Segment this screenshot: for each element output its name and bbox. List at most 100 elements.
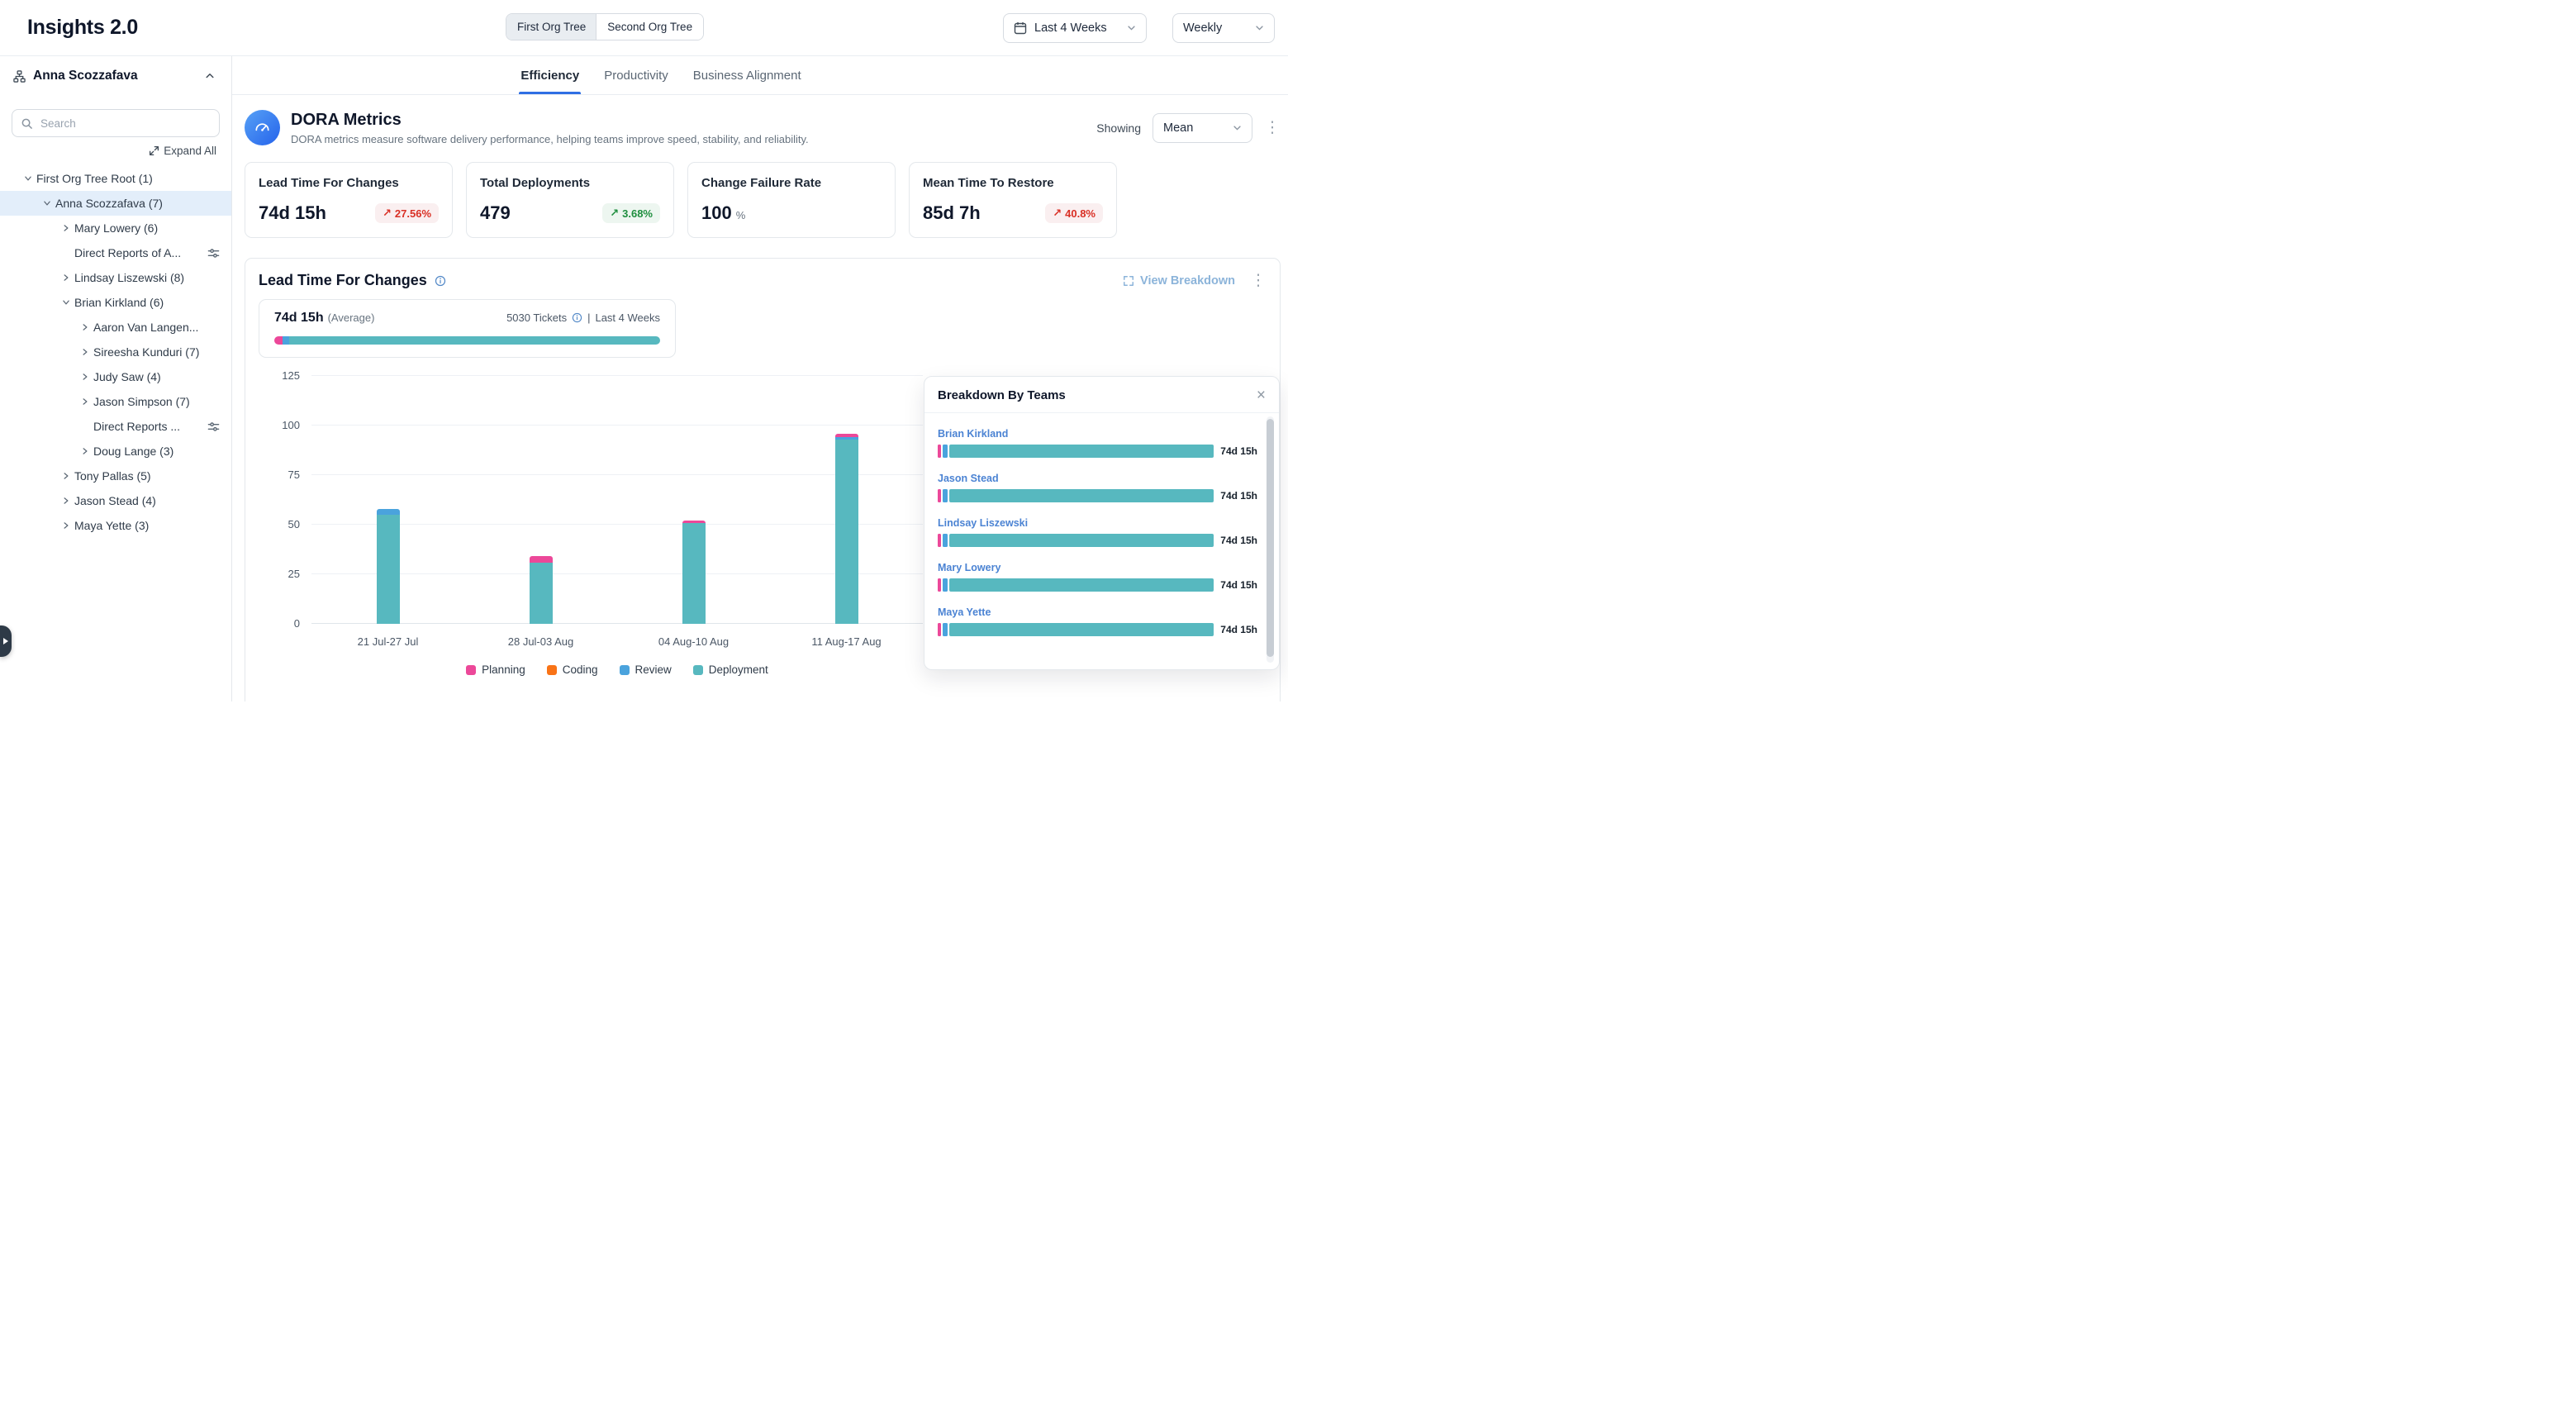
view-breakdown-button[interactable]: View Breakdown: [1123, 274, 1235, 288]
sidebar-item-direct-reports-of-a[interactable]: Direct Reports of A...: [0, 240, 231, 265]
legend-label: Planning: [482, 663, 525, 676]
sidebar-item-label: First Org Tree Root (1): [36, 172, 153, 185]
legend-label: Deployment: [709, 663, 768, 676]
metric-value-row: 479↗3.68%: [480, 202, 660, 224]
filter-settings-icon[interactable]: [207, 421, 220, 433]
tab-efficiency[interactable]: Efficiency: [519, 56, 581, 94]
sidebar-item-label: Lindsay Liszewski (8): [74, 271, 184, 284]
expand-all-button[interactable]: Expand All: [0, 137, 231, 161]
legend-item-review[interactable]: Review: [620, 663, 672, 676]
breakdown-row-maya-yette: Maya Yette74d 15h: [938, 606, 1257, 636]
org-toggle-first-org-tree[interactable]: First Org Tree: [506, 14, 596, 40]
sidebar-item-aaron-van-langen[interactable]: Aaron Van Langen...: [0, 315, 231, 340]
bar-21-jul-27-jul[interactable]: [377, 509, 400, 624]
filter-settings-icon[interactable]: [207, 247, 220, 259]
team-name-link[interactable]: Maya Yette: [938, 606, 1257, 618]
chevron-right-icon[interactable]: [58, 521, 74, 530]
legend-swatch-icon: [620, 665, 630, 675]
sidebar-item-sireesha-kunduri-7[interactable]: Sireesha Kunduri (7): [0, 340, 231, 364]
showing-select[interactable]: Mean: [1153, 113, 1252, 143]
chart-legend: Planning Coding Review Deployment: [311, 663, 923, 676]
search-input[interactable]: [12, 109, 220, 137]
info-icon[interactable]: [572, 312, 582, 323]
team-name-link[interactable]: Mary Lowery: [938, 562, 1257, 573]
dora-kebab-menu-icon[interactable]: ⋮: [1264, 120, 1281, 136]
y-axis-label: 75: [259, 468, 300, 481]
chevron-right-icon[interactable]: [77, 397, 93, 406]
chevron-right-icon[interactable]: [77, 323, 93, 331]
lead-time-kebab-menu-icon[interactable]: ⋮: [1250, 273, 1267, 288]
metric-delta-badge: ↗3.68%: [602, 203, 660, 223]
chevron-right-icon[interactable]: [77, 348, 93, 356]
bar-28-jul-03-aug[interactable]: [530, 556, 553, 624]
team-phase-bar: 74d 15h: [938, 489, 1257, 502]
sidebar-expand-handle[interactable]: [0, 625, 12, 657]
view-breakdown-label: View Breakdown: [1140, 274, 1235, 288]
sidebar-search: [12, 109, 220, 137]
expand-all-label: Expand All: [164, 145, 216, 157]
summary-bar-segment-planning: [274, 336, 283, 345]
sidebar-item-doug-lange-3[interactable]: Doug Lange (3): [0, 439, 231, 464]
team-name-link[interactable]: Jason Stead: [938, 473, 1257, 484]
sidebar-root-user: Anna Scozzafava: [33, 69, 138, 83]
chevron-down-icon: [1255, 23, 1264, 32]
trend-arrow-icon: ↗: [1053, 207, 1062, 220]
sidebar-header: Anna Scozzafava: [0, 56, 231, 96]
breakdown-row-mary-lowery: Mary Lowery74d 15h: [938, 562, 1257, 592]
tab-productivity[interactable]: Productivity: [602, 56, 670, 94]
granularity-select[interactable]: Weekly: [1172, 13, 1275, 43]
chevron-right-icon[interactable]: [58, 497, 74, 505]
chevron-right-icon[interactable]: [77, 373, 93, 381]
sidebar-item-tony-pallas-5[interactable]: Tony Pallas (5): [0, 464, 231, 488]
info-icon[interactable]: [435, 275, 446, 287]
scrollbar-thumb[interactable]: [1267, 419, 1274, 657]
team-bar-segment-planning: [938, 489, 941, 502]
team-name-link[interactable]: Lindsay Liszewski: [938, 517, 1257, 529]
metric-value: 85d 7h: [923, 202, 981, 224]
chevron-down-icon[interactable]: [39, 199, 55, 207]
sidebar-item-anna-scozzafava-7[interactable]: Anna Scozzafava (7): [0, 191, 231, 216]
legend-item-coding[interactable]: Coding: [547, 663, 598, 676]
sidebar-item-lindsay-liszewski-8[interactable]: Lindsay Liszewski (8): [0, 265, 231, 290]
sidebar-item-jason-simpson-7[interactable]: Jason Simpson (7): [0, 389, 231, 414]
bar-11-aug-17-aug[interactable]: [835, 434, 858, 624]
sidebar-item-maya-yette-3[interactable]: Maya Yette (3): [0, 513, 231, 538]
chevron-down-icon[interactable]: [20, 174, 36, 183]
bar-segment-deployment: [377, 515, 400, 624]
topbar-controls: Last 4 Weeks Weekly: [1003, 13, 1275, 43]
sidebar-item-brian-kirkland-6[interactable]: Brian Kirkland (6): [0, 290, 231, 315]
org-toggle-second-org-tree[interactable]: Second Org Tree: [596, 14, 703, 40]
legend-item-deployment[interactable]: Deployment: [693, 663, 768, 676]
chevron-right-icon[interactable]: [58, 273, 74, 282]
metric-card-lead-time-for-changes[interactable]: Lead Time For Changes74d 15h↗27.56%: [245, 162, 453, 238]
sidebar-collapse-chevron-up-icon[interactable]: [202, 68, 218, 84]
date-range-select[interactable]: Last 4 Weeks: [1003, 13, 1147, 43]
sidebar-item-judy-saw-4[interactable]: Judy Saw (4): [0, 364, 231, 389]
legend-swatch-icon: [466, 665, 476, 675]
sidebar-item-mary-lowery-6[interactable]: Mary Lowery (6): [0, 216, 231, 240]
metric-card-change-failure-rate[interactable]: Change Failure Rate100%: [687, 162, 896, 238]
team-bar-segment-planning: [938, 534, 941, 547]
sidebar-item-label: Maya Yette (3): [74, 519, 149, 532]
chevron-down-icon: [1127, 23, 1136, 32]
metric-card-total-deployments[interactable]: Total Deployments479↗3.68%: [466, 162, 674, 238]
team-name-link[interactable]: Brian Kirkland: [938, 428, 1257, 440]
sidebar-item-jason-stead-4[interactable]: Jason Stead (4): [0, 488, 231, 513]
metric-card-mean-time-to-restore[interactable]: Mean Time To Restore85d 7h↗40.8%: [909, 162, 1117, 238]
close-icon[interactable]: ×: [1257, 388, 1266, 403]
dora-controls: Showing Mean ⋮: [1096, 113, 1281, 143]
chevron-down-icon[interactable]: [58, 298, 74, 307]
legend-item-planning[interactable]: Planning: [466, 663, 525, 676]
y-axis-label: 25: [259, 568, 300, 580]
sidebar-item-direct-reports[interactable]: Direct Reports ...: [0, 414, 231, 439]
team-bar-segment-planning: [938, 623, 941, 636]
sidebar-item-first-org-tree-root-1[interactable]: First Org Tree Root (1): [0, 166, 231, 191]
chevron-right-icon[interactable]: [58, 472, 74, 480]
summary-meta: 5030 Tickets | Last 4 Weeks: [506, 312, 660, 324]
chevron-right-icon[interactable]: [77, 447, 93, 455]
lead-time-card-header: Lead Time For Changes View Breakdown ⋮: [259, 272, 1267, 289]
chevron-right-icon[interactable]: [58, 224, 74, 232]
tab-business-alignment[interactable]: Business Alignment: [692, 56, 803, 94]
bar-04-aug-10-aug[interactable]: [682, 521, 706, 624]
team-value-label: 74d 15h: [1220, 490, 1257, 502]
